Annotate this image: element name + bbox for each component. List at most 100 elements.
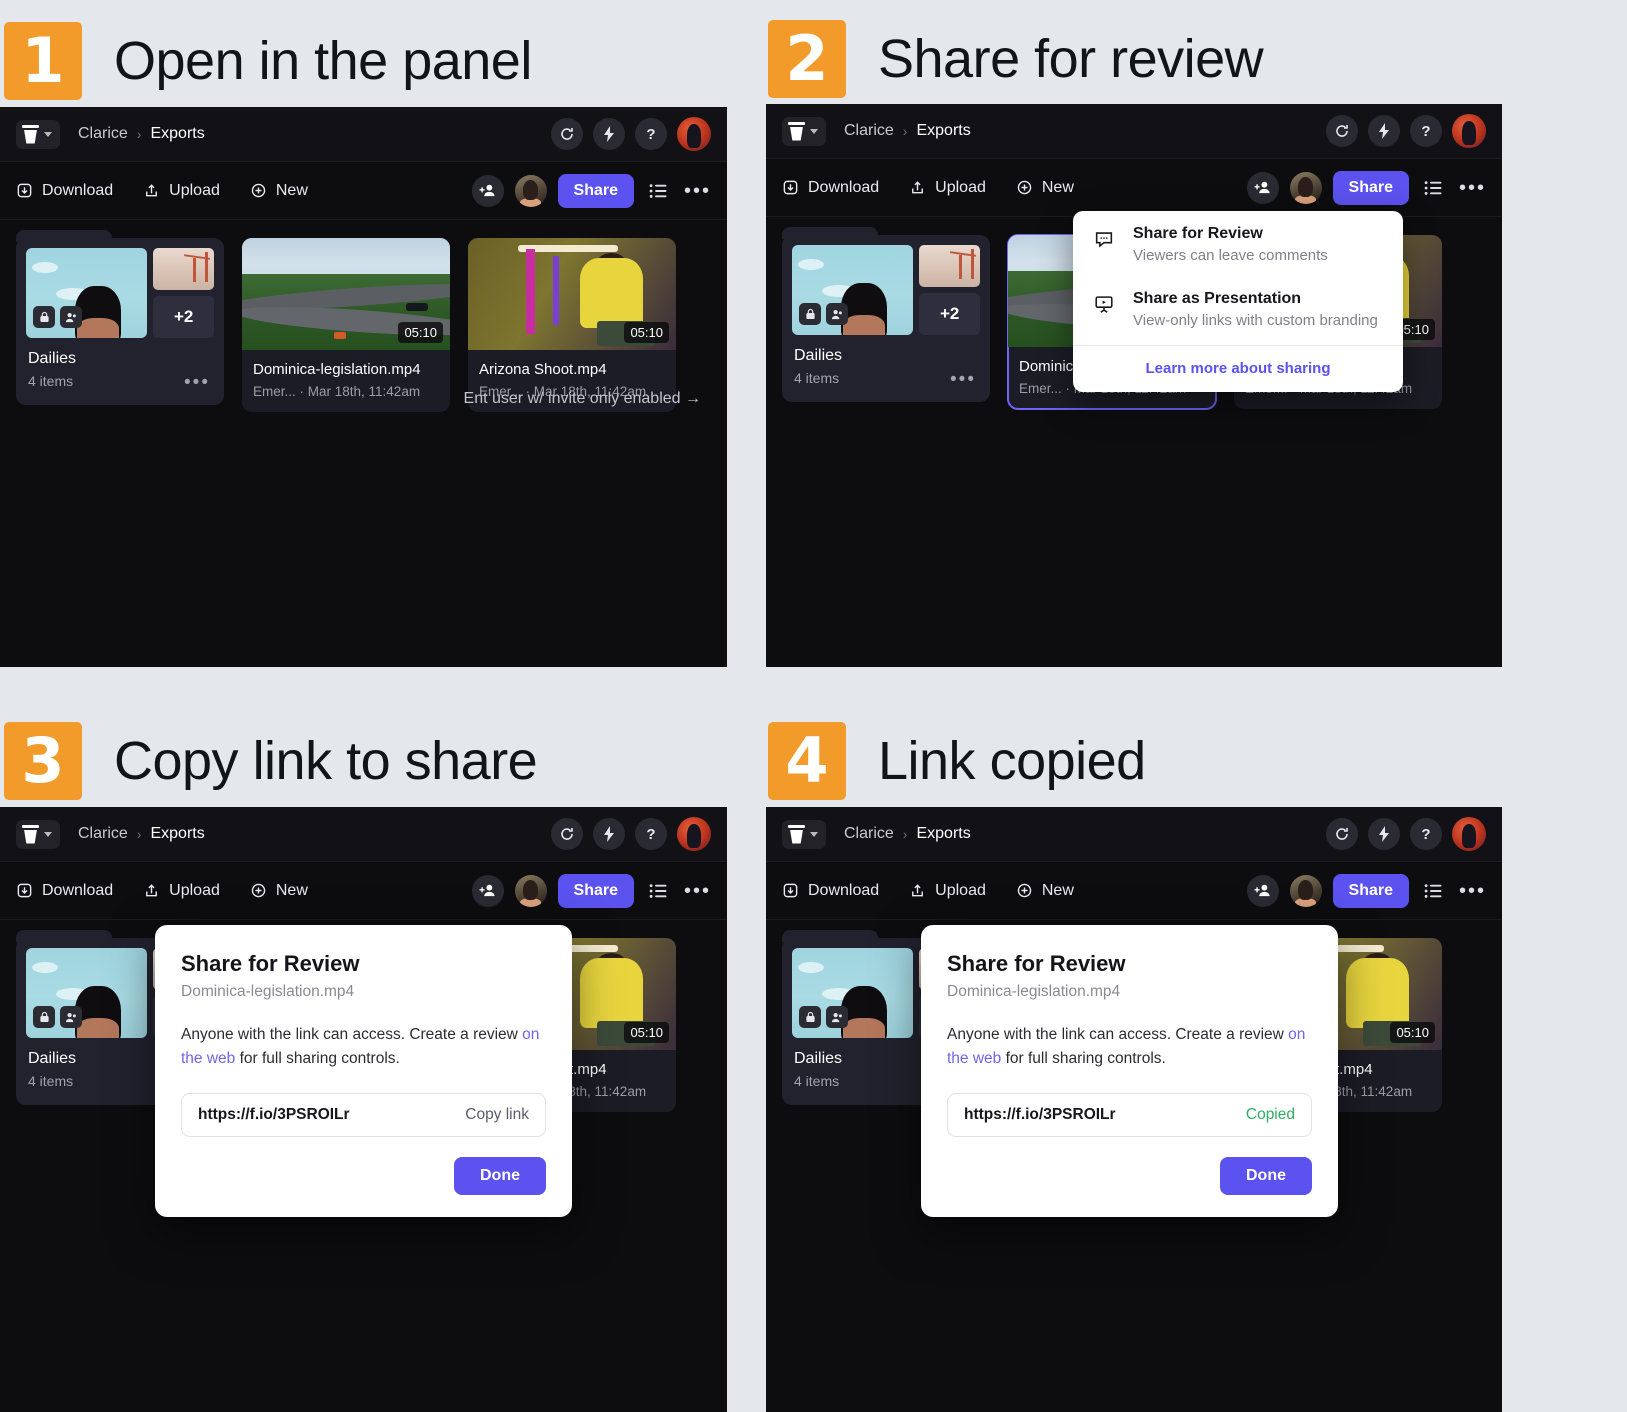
list-view-icon[interactable]	[1420, 174, 1448, 202]
upload-button[interactable]: Upload	[909, 179, 986, 197]
breadcrumb-separator: ›	[136, 826, 142, 842]
user-avatar[interactable]	[677, 117, 711, 151]
step-2-badge: 2	[768, 20, 846, 98]
help-icon[interactable]: ?	[635, 818, 667, 850]
add-user-icon[interactable]	[471, 174, 504, 207]
upload-button[interactable]: Upload	[143, 882, 220, 900]
folder-card[interactable]: +2 Dailies 4 items •••	[16, 230, 224, 412]
more-options-icon[interactable]: •••	[684, 181, 711, 201]
add-user-icon[interactable]	[471, 874, 504, 907]
folder-extra-count: +2	[153, 296, 214, 338]
collaborator-avatar[interactable]	[514, 174, 547, 207]
help-icon[interactable]: ?	[635, 118, 667, 150]
add-user-icon[interactable]	[1246, 874, 1279, 907]
video-thumbnail: 05:10	[468, 238, 676, 350]
list-view-icon[interactable]	[645, 877, 673, 905]
user-avatar[interactable]	[1452, 114, 1486, 148]
step-1-badge: 1	[4, 22, 82, 100]
menu-item-share-as-presentation[interactable]: Share as Presentation View-only links wi…	[1073, 276, 1403, 341]
menu-item-share-for-review[interactable]: Share for Review Viewers can leave comme…	[1073, 211, 1403, 276]
download-button[interactable]: Download	[782, 179, 879, 197]
app-window-1: Clarice › Exports ? Download Upload New …	[0, 107, 727, 667]
upload-button[interactable]: Upload	[143, 182, 220, 200]
folder-meta: Dailies 4 items •••	[792, 335, 980, 392]
workspace-switcher[interactable]	[782, 819, 826, 849]
video-card[interactable]: 05:10 Arizona Shoot.mp4 Emer... · Mar 18…	[468, 238, 676, 412]
learn-more-link[interactable]: Learn more about sharing	[1073, 346, 1403, 392]
breadcrumb-root[interactable]: Clarice	[844, 825, 894, 843]
list-view-icon[interactable]	[645, 177, 673, 205]
cup-logo-icon	[788, 121, 805, 141]
lightning-icon[interactable]	[1368, 115, 1400, 147]
step-4-heading: 4 Link copied	[768, 722, 1146, 800]
help-icon[interactable]: ?	[1410, 818, 1442, 850]
topbar-actions: ?	[1326, 114, 1486, 148]
share-button[interactable]: Share	[557, 873, 634, 908]
download-button[interactable]: Download	[16, 182, 113, 200]
breadcrumb-current[interactable]: Exports	[150, 125, 204, 143]
share-button[interactable]: Share	[1332, 170, 1409, 205]
breadcrumb-current[interactable]: Exports	[916, 122, 970, 140]
upload-button[interactable]: Upload	[909, 882, 986, 900]
new-button[interactable]: New	[250, 182, 308, 200]
folder-more-icon[interactable]: •••	[950, 370, 976, 389]
new-button[interactable]: New	[250, 882, 308, 900]
list-view-icon[interactable]	[1420, 877, 1448, 905]
share-button[interactable]: Share	[1332, 873, 1409, 908]
step-3-badge: 3	[4, 722, 82, 800]
collaborator-avatar[interactable]	[514, 874, 547, 907]
folder-name: Dailies	[28, 350, 77, 367]
help-icon[interactable]: ?	[1410, 115, 1442, 147]
video-duration: 05:10	[398, 322, 443, 343]
breadcrumb-root[interactable]: Clarice	[78, 825, 128, 843]
workspace-switcher[interactable]	[16, 119, 60, 149]
breadcrumb-root[interactable]: Clarice	[78, 125, 128, 143]
more-options-icon[interactable]: •••	[1459, 178, 1486, 198]
refresh-icon[interactable]	[1326, 818, 1358, 850]
folder-thumbnail-main	[26, 248, 148, 338]
refresh-icon[interactable]	[551, 118, 583, 150]
app-window-2: Clarice › Exports ? Download Upload New …	[766, 104, 1502, 667]
cup-logo-icon	[788, 824, 805, 844]
copy-link-button[interactable]: Copy link	[465, 1106, 529, 1124]
folder-card[interactable]: +2 Dailies 4 items •••	[782, 227, 990, 409]
dialog-body-part1: Anyone with the link can access. Create …	[181, 1026, 523, 1043]
dialog-body-part2: for full sharing controls.	[1001, 1050, 1166, 1068]
app-toolbar: Download Upload New Share •••	[0, 162, 727, 220]
share-link-url[interactable]: https://f.io/3PSROILr	[964, 1106, 1116, 1124]
share-link-url[interactable]: https://f.io/3PSROILr	[198, 1106, 350, 1124]
lightning-icon[interactable]	[593, 818, 625, 850]
add-user-icon[interactable]	[1246, 171, 1279, 204]
workspace-switcher[interactable]	[782, 116, 826, 146]
new-button[interactable]: New	[1016, 882, 1074, 900]
done-button[interactable]: Done	[454, 1157, 546, 1196]
workspace-switcher[interactable]	[16, 819, 60, 849]
user-avatar[interactable]	[1452, 817, 1486, 851]
lightning-icon[interactable]	[593, 118, 625, 150]
shared-people-icon	[60, 306, 82, 328]
video-card[interactable]: 05:10 Dominica-legislation.mp4 Emer... ·…	[242, 238, 450, 412]
done-button[interactable]: Done	[1220, 1157, 1312, 1196]
refresh-icon[interactable]	[551, 818, 583, 850]
new-button[interactable]: New	[1016, 179, 1074, 197]
breadcrumb-current[interactable]: Exports	[916, 825, 970, 843]
share-dialog-copied: Share for Review Dominica-legislation.mp…	[921, 925, 1338, 1218]
app-window-4: Clarice › Exports ? Download Upload New …	[766, 807, 1502, 1412]
more-options-icon[interactable]: •••	[1459, 881, 1486, 901]
refresh-icon[interactable]	[1326, 115, 1358, 147]
download-button[interactable]: Download	[16, 882, 113, 900]
user-avatar[interactable]	[677, 817, 711, 851]
folder-more-icon[interactable]: •••	[184, 373, 210, 392]
breadcrumb-root[interactable]: Clarice	[844, 122, 894, 140]
more-options-icon[interactable]: •••	[684, 881, 711, 901]
folder-status-badges	[799, 1006, 848, 1028]
collaborator-avatar[interactable]	[1289, 874, 1322, 907]
video-duration: 05:10	[1390, 1022, 1435, 1043]
lightning-icon[interactable]	[1368, 818, 1400, 850]
collaborator-avatar[interactable]	[1289, 171, 1322, 204]
download-button[interactable]: Download	[782, 882, 879, 900]
new-label: New	[275, 881, 308, 899]
share-button[interactable]: Share	[557, 173, 634, 208]
chevron-down-icon	[44, 831, 52, 837]
breadcrumb-current[interactable]: Exports	[150, 825, 204, 843]
